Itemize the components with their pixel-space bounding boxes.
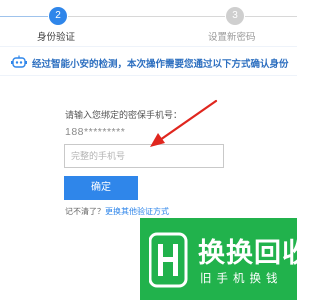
step-connector: [245, 16, 297, 17]
robot-icon: [11, 55, 27, 68]
notice-text: 经过智能小安的检测，本次操作需要您通过以下方式确认身份: [32, 59, 289, 70]
step-connector: [68, 16, 225, 17]
forgot-text: 记不清了？: [65, 207, 105, 216]
step-connector: [0, 16, 48, 17]
step-new-password-label: 设置新密码: [208, 32, 256, 43]
phone-prompt-label: 请输入您绑定的密保手机号：: [65, 110, 183, 120]
alternate-method-row: 记不清了？更换其他验证方式: [65, 206, 169, 217]
phone-number-input[interactable]: [64, 144, 224, 168]
masked-phone-number: 188*********: [65, 126, 126, 138]
step-new-password-number: 3: [226, 7, 244, 25]
logo-h-icon: [149, 232, 188, 288]
change-verification-method-link[interactable]: 更换其他验证方式: [105, 207, 169, 216]
watermark-logo: 换换回收 旧手机换钱: [140, 218, 309, 300]
confirm-button[interactable]: 确定: [64, 176, 138, 200]
step-identity-label: 身份验证: [37, 32, 76, 43]
watermark-subtitle: 旧手机换钱: [200, 273, 283, 285]
step-indicator: 2 3 身份验证 设置新密码: [0, 0, 297, 46]
watermark-title: 换换回收: [198, 238, 310, 268]
step-identity-number: 2: [49, 7, 67, 25]
verification-notice: 经过智能小安的检测，本次操作需要您通过以下方式确认身份: [0, 46, 297, 76]
